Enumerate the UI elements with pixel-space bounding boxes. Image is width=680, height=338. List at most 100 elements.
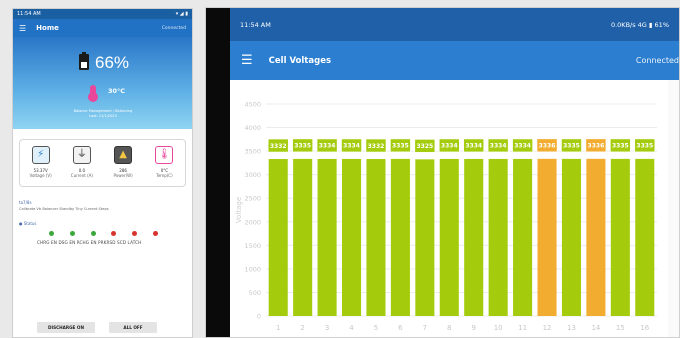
status-dot — [153, 231, 159, 236]
status-bar: 11:54 AM ▾ ◢ ▮ — [13, 9, 192, 19]
value-label-4: 3334 — [343, 143, 360, 150]
status-dot — [132, 231, 138, 236]
x-tick-label: 8 — [447, 324, 451, 332]
screenshot-stage: 11:54 AM ▾ ◢ ▮ ☰ Home Connected 66% 30°C… — [0, 0, 680, 338]
y-tick-label: 2500 — [244, 195, 261, 203]
bar-cell-11 — [513, 158, 533, 316]
status-dot — [48, 231, 54, 236]
all-off-button[interactable]: ALL OFF — [109, 322, 157, 333]
status-time: 11:54 AM — [17, 11, 41, 17]
y-axis-label: Voltage — [235, 197, 243, 223]
bar-cell-8 — [439, 158, 459, 316]
page-title: Home — [36, 24, 59, 32]
tile-label: Voltage (V) — [29, 173, 52, 178]
right-phone-screen: 11:54 AM 0.0KB/s 4G ▮ 61% ☰ Cell Voltage… — [205, 7, 680, 338]
bar-cell-12 — [537, 158, 557, 316]
scrollbar[interactable] — [668, 80, 679, 337]
y-tick-label: 3000 — [244, 171, 261, 179]
status-dot — [90, 231, 96, 236]
app-bar: ☰ Cell Voltages Connected — [230, 41, 679, 80]
tile-voltage[interactable]: ⚡ 53.37V Voltage (V) — [24, 146, 58, 178]
bar-cell-5 — [366, 159, 386, 316]
value-label-12: 3336 — [539, 143, 556, 150]
hero-info-line-2: Last: 11/1/2023 — [89, 114, 117, 118]
app-bar: ☰ Home Connected — [13, 19, 192, 37]
x-tick-label: 4 — [349, 324, 354, 332]
bar-cell-3 — [317, 158, 337, 316]
cell-voltage-chart: 0 500 1000 1500 2000 2500 3000 3500 4000 4500 Volt… — [235, 101, 657, 332]
x-tick-label: 2 — [300, 324, 304, 332]
bar-cell-2 — [293, 158, 313, 316]
y-tick-label: 4500 — [244, 101, 261, 109]
value-label-15: 3335 — [612, 143, 629, 150]
tile-temperature[interactable]: 🌡 0°C Temp(C) — [147, 146, 181, 178]
value-label-1: 3332 — [270, 143, 287, 150]
tile-current[interactable]: ⏚ 0.0 Current (A) — [65, 146, 99, 178]
y-tick-label: 3500 — [244, 148, 261, 156]
x-tick-label: 13 — [567, 324, 576, 332]
x-tick-label: 1 — [276, 324, 280, 332]
bar-cell-15 — [610, 158, 630, 316]
status-dot — [111, 231, 117, 236]
value-label-16: 3335 — [636, 143, 653, 150]
left-phone-screen: 11:54 AM ▾ ◢ ▮ ☰ Home Connected 66% 30°C… — [12, 8, 193, 338]
thermometer-icon — [88, 85, 98, 102]
bar-cell-16 — [635, 158, 655, 316]
x-tick-label: 11 — [518, 324, 527, 332]
x-tick-label: 7 — [423, 324, 427, 332]
bar-cell-14 — [586, 158, 606, 316]
value-label-10: 3334 — [490, 143, 507, 150]
battery-hero: 66% 30°C Balance Management / Balancing … — [13, 37, 192, 129]
tile-power[interactable]: ▲ 286 Power(W) — [106, 146, 140, 178]
value-label-3: 3334 — [319, 143, 336, 150]
plug-icon: ⏚ — [72, 146, 91, 164]
connection-status: Connected — [161, 25, 186, 31]
y-tick-label: 1000 — [244, 265, 261, 273]
x-tick-label: 14 — [591, 324, 600, 332]
power-icon: ▲ — [114, 146, 133, 164]
metric-tiles: ⚡ 53.37V Voltage (V) ⏚ 0.0 Current (A) ▲… — [19, 139, 186, 187]
value-label-6: 3335 — [392, 143, 409, 150]
y-tick-label: 0 — [257, 313, 261, 321]
x-tick-label: 5 — [374, 324, 378, 332]
battery-icon — [79, 52, 89, 70]
discharge-on-button[interactable]: DISCHARGE ON — [37, 322, 95, 333]
status-dot-labels: CHRG EN DSG EN RCHG EN PRKRSD SCD LATCH — [37, 240, 142, 245]
bar-cell-1 — [268, 159, 288, 316]
value-label-11: 3334 — [514, 143, 531, 150]
y-tick-label: 500 — [249, 289, 261, 297]
value-label-14: 3336 — [588, 143, 605, 150]
tile-label: Temp(C) — [156, 173, 173, 178]
x-tick-label: 3 — [325, 324, 329, 332]
bar-cell-10 — [488, 158, 508, 316]
x-tick-label: 12 — [543, 324, 552, 332]
y-tick-label: 1500 — [244, 242, 261, 250]
connection-status: Connected — [635, 56, 679, 65]
page-title: Cell Voltages — [268, 55, 332, 66]
bar-cell-9 — [464, 158, 484, 316]
value-label-2: 3335 — [294, 143, 311, 150]
lightning-icon: ⚡ — [31, 146, 50, 164]
device-info-sub: Calibrate Vb Balancer Standby Tiny Curre… — [19, 207, 109, 211]
x-tick-label: 10 — [494, 324, 503, 332]
bar-cell-13 — [561, 158, 581, 316]
device-bezel — [206, 8, 230, 337]
x-tick-label: 6 — [398, 324, 403, 332]
tile-label: Current (A) — [70, 173, 93, 178]
temperature-value: 30°C — [108, 87, 126, 95]
status-section-label: ● Status — [19, 221, 37, 226]
bar-cell-4 — [342, 158, 362, 316]
x-tick-label: 9 — [471, 324, 475, 332]
menu-icon[interactable]: ☰ — [241, 53, 253, 68]
status-bar: 11:54 AM 0.0KB/s 4G ▮ 61% — [230, 8, 679, 41]
control-buttons: DISCHARGE ON ALL OFF — [37, 322, 157, 333]
bar-cell-7 — [415, 159, 435, 316]
x-tick-label: 15 — [616, 324, 625, 332]
value-label-7: 3325 — [416, 143, 433, 150]
thermometer-icon: 🌡 — [155, 146, 174, 164]
y-tick-label: 4000 — [244, 124, 261, 132]
state-of-charge: 66% — [95, 53, 130, 72]
menu-icon[interactable]: ☰ — [19, 24, 26, 33]
y-tick-label: 2000 — [244, 218, 261, 226]
value-label-5: 3332 — [368, 143, 385, 150]
